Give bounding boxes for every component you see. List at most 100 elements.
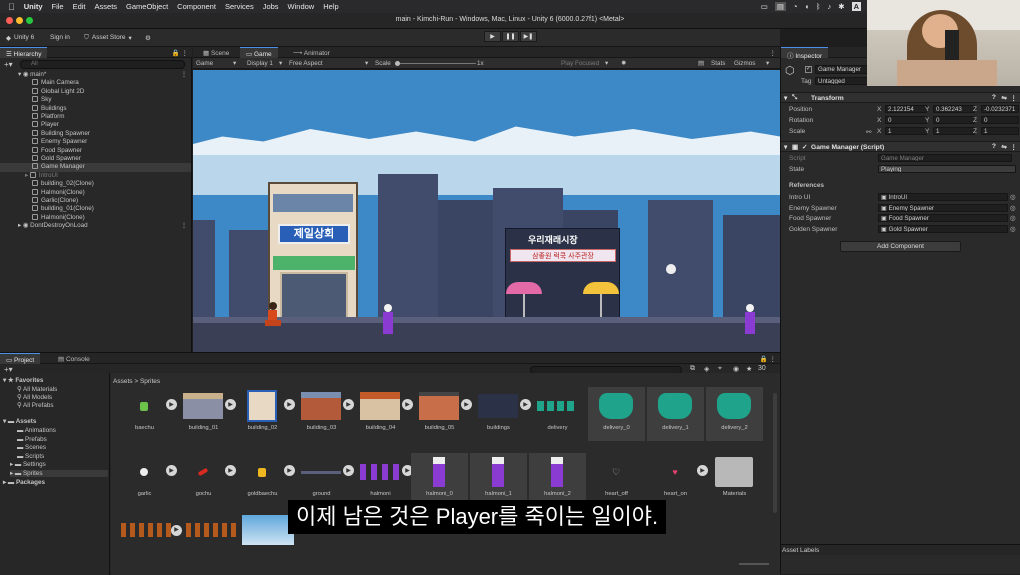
reference-field[interactable]: ▣ Enemy Spawner — [878, 203, 1008, 212]
hierarchy-item[interactable]: Halmoni(Clone) — [0, 213, 191, 222]
hierarchy-item[interactable]: Garlic(Clone) — [0, 197, 191, 205]
object-picker-icon[interactable]: ◎ — [1010, 193, 1016, 201]
scale-y-field[interactable]: 1 — [933, 127, 975, 135]
asset-item[interactable]: delivery_0 — [588, 387, 645, 441]
packages-folder[interactable]: ▸ ▬ Packages — [3, 479, 45, 486]
asset-item[interactable]: halmoni_1 — [470, 453, 527, 507]
hierarchy-item[interactable]: building_01(Clone) — [0, 205, 191, 213]
play-focused-dropdown[interactable]: Play Focused — [561, 60, 599, 67]
folder-item[interactable]: ▸ ▬ Settings — [10, 461, 46, 468]
sprite-sheet-thumb[interactable] — [121, 523, 171, 537]
game-mode-dropdown[interactable]: Game — [196, 60, 213, 67]
menu-gameobject[interactable]: GameObject — [126, 2, 168, 11]
menu-help[interactable]: Help — [323, 2, 338, 11]
tab-hierarchy[interactable]: ☰ Hierarchy — [0, 47, 48, 58]
menu-unity[interactable]: Unity — [24, 2, 43, 11]
rotation-y-field[interactable]: 0 — [933, 116, 975, 124]
add-component-button[interactable]: Add Component — [840, 241, 961, 252]
active-checkbox[interactable]: ✓ — [805, 66, 812, 73]
pause-icon[interactable]: ❚❚ — [502, 31, 519, 42]
assets-folder[interactable]: ▾ ▬ Assets — [3, 418, 36, 425]
input-source-indicator[interactable]: A — [851, 2, 861, 11]
asset-item[interactable]: building_03 ▶ — [293, 387, 354, 441]
asset-labels-bar[interactable]: Asset Labels — [781, 544, 1020, 555]
more-icon[interactable]: ⋮ — [1010, 94, 1017, 102]
hierarchy-item[interactable]: building_02(Clone) — [0, 180, 191, 188]
hierarchy-item[interactable]: Building Spawner — [0, 129, 191, 138]
more-icon[interactable]: ⋮ — [770, 355, 777, 363]
scale-z-field[interactable]: 1 — [981, 127, 1019, 135]
help-icon[interactable]: ? — [992, 94, 996, 101]
favorite-item[interactable]: ⚲ All Models — [17, 394, 52, 401]
volume-icon[interactable]: ◖ — [805, 2, 810, 11]
apple-icon[interactable]:  — [8, 2, 15, 12]
favorite-item[interactable]: ⚲ All Materials — [17, 386, 57, 393]
more-icon[interactable]: ⋮ — [181, 71, 187, 78]
zoom-window-icon[interactable] — [26, 17, 33, 24]
play-icon[interactable]: ▶ — [171, 525, 182, 536]
menu-window[interactable]: Window — [288, 2, 315, 11]
more-icon[interactable]: ⋮ — [770, 49, 777, 57]
asset-item[interactable]: building_04 ▶ — [352, 387, 413, 441]
tab-scene[interactable]: ▦ Scene — [197, 47, 235, 58]
lock-icon[interactable]: 🔒 — [172, 49, 180, 57]
hierarchy-search-input[interactable]: All — [20, 60, 185, 69]
reference-field[interactable]: ▣ IntroUI — [878, 193, 1008, 201]
tab-game[interactable]: ▭ Game — [240, 47, 278, 58]
object-picker-icon[interactable]: ◎ — [1010, 225, 1016, 233]
asset-item[interactable]: Materials — [706, 453, 763, 507]
hierarchy-item[interactable]: Halmoni(Clone) — [0, 188, 191, 197]
position-z-field[interactable]: -0.0232371 — [981, 105, 1019, 113]
menu-edit[interactable]: Edit — [73, 2, 86, 11]
more-icon[interactable]: ⋮ — [181, 222, 187, 229]
game-scene[interactable]: 제일상회 우리재래시장 삼좋원 럭쿡 사주관장 — [193, 70, 780, 352]
tab-project[interactable]: ▭ Project — [0, 353, 41, 364]
hierarchy-item[interactable]: Sky — [0, 96, 191, 104]
play-icon[interactable]: ▶ — [484, 31, 501, 42]
preset-icon[interactable]: ⇋ — [1001, 94, 1007, 102]
state-dropdown[interactable]: Playing — [878, 165, 1016, 173]
wifi-icon[interactable]: ◔ — [793, 2, 798, 11]
cloud-icon[interactable]: ⚙ — [145, 32, 151, 43]
hierarchy-item[interactable]: Platform — [0, 113, 191, 121]
reference-field[interactable]: ▣ Gold Spawner — [878, 224, 1008, 233]
hierarchy-item[interactable]: Gold Spawner — [0, 155, 191, 163]
scale-slider[interactable] — [398, 63, 476, 64]
zoom-slider[interactable] — [739, 563, 769, 565]
scene-root[interactable]: ▾ ◉ main* ⋮ — [0, 71, 191, 79]
step-icon[interactable]: ▶❚ — [520, 31, 537, 42]
sign-in-button[interactable]: Sign in — [50, 32, 70, 43]
rotation-x-field[interactable]: 0 — [885, 116, 927, 124]
mute-icon[interactable]: ▤ — [698, 60, 704, 67]
asset-item[interactable]: delivery_2 — [706, 387, 763, 441]
asset-item[interactable]: ♡ heart_off — [588, 453, 645, 507]
asset-item[interactable]: building_01 ▶ — [175, 387, 236, 441]
menu-services[interactable]: Services — [225, 2, 254, 11]
asset-item[interactable]: buildings ▶ — [470, 387, 531, 441]
menu-component[interactable]: Component — [177, 2, 216, 11]
tag-dropdown[interactable]: Untagged — [815, 77, 875, 85]
stats-toggle[interactable]: Stats — [711, 60, 725, 67]
account-button[interactable]: ◆ Unity 6 — [6, 32, 34, 43]
favorites-header[interactable]: ▾ ★ Favorites — [3, 377, 43, 384]
sprite-sheet-thumb[interactable] — [186, 523, 236, 537]
asset-item[interactable]: building_05 ▶ — [411, 387, 472, 441]
enabled-checkbox[interactable]: ✓ — [802, 143, 808, 151]
menu-jobs[interactable]: Jobs — [263, 2, 279, 11]
more-icon[interactable]: ⋮ — [182, 49, 189, 57]
asset-item[interactable]: ♥ heart_on ▶ — [647, 453, 708, 507]
help-icon[interactable]: ? — [992, 143, 996, 150]
favorite-item[interactable]: ⚲ All Prefabs — [17, 402, 53, 409]
folder-item[interactable]: ▬ Scenes — [17, 444, 46, 451]
asset-item[interactable]: baechu ▶ — [116, 387, 177, 441]
close-window-icon[interactable] — [6, 17, 13, 24]
asset-item[interactable]: delivery_1 — [647, 387, 704, 441]
asset-item[interactable]: halmoni ▶ — [352, 453, 413, 507]
menu-assets[interactable]: Assets — [95, 2, 118, 11]
more-icon[interactable]: ⋮ — [1010, 143, 1017, 151]
folder-item[interactable]: ▬ Prefabs — [17, 436, 47, 443]
hierarchy-item[interactable]: ▸ IntroUI — [0, 171, 191, 180]
eye-icon[interactable]: ◉ — [733, 365, 739, 373]
folder-item-selected[interactable]: ▸ ▬ Sprites — [10, 470, 108, 477]
siri-icon[interactable]: ♪ — [828, 2, 832, 11]
